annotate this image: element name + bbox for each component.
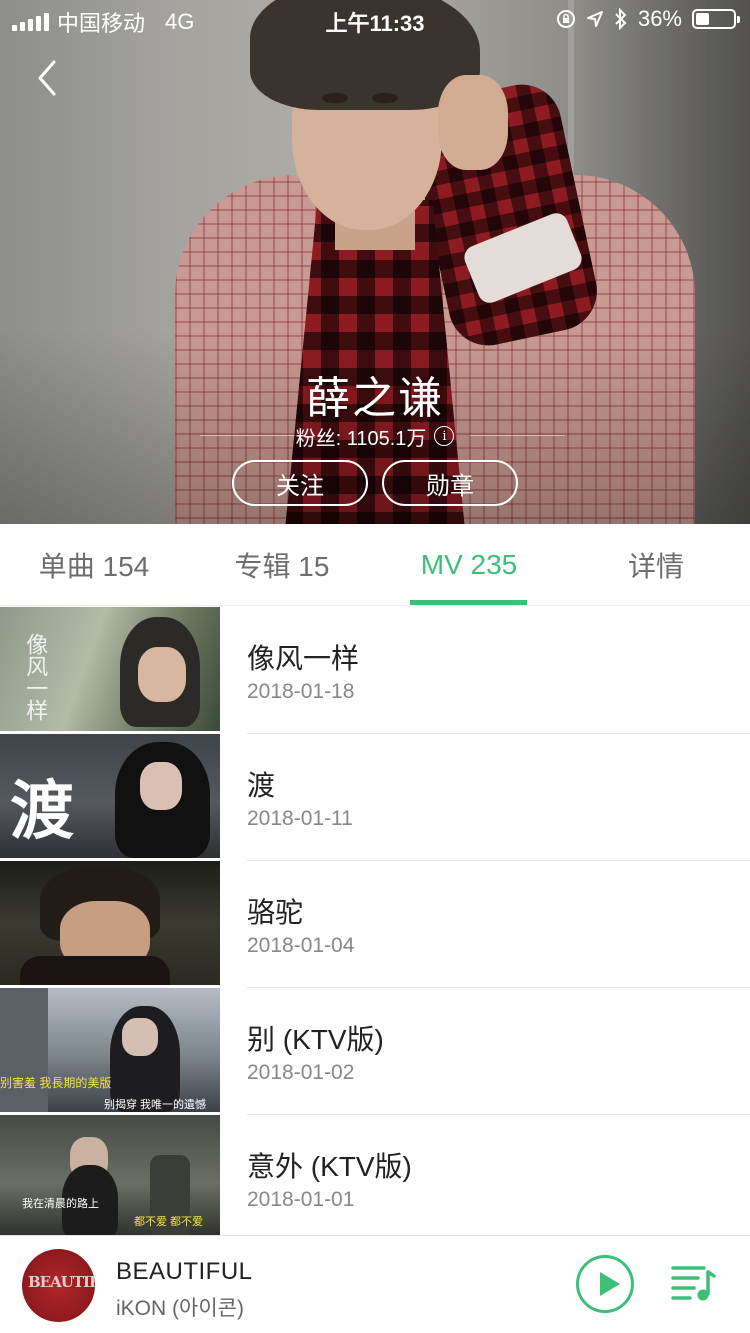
tab-albums[interactable]: 专辑 15	[188, 524, 376, 606]
tab-bar: 单曲 154 专辑 15 MV 235 详情	[0, 524, 750, 606]
now-playing-title: BEAUTIFUL	[116, 1258, 253, 1285]
list-item[interactable]: 别害羞 我長期的美版 别揭穿 我唯一的遺憾 别 (KTV版) 2018-01-0…	[0, 988, 750, 1115]
battery-icon	[692, 9, 740, 29]
artist-name: 薛之谦	[306, 374, 444, 423]
tab-details[interactable]: 详情	[562, 524, 750, 606]
tab-mv[interactable]: MV 235	[376, 524, 562, 606]
thumb-subtitle: 别揭穿 我唯一的遺憾	[104, 1099, 207, 1111]
thumb-caption: 像风一样	[22, 633, 48, 721]
album-cover[interactable]: BEAUTIFUL	[22, 1249, 95, 1322]
fans-count: 粉丝: 1105.1万 i	[0, 421, 750, 451]
location-icon	[586, 11, 603, 27]
mv-thumbnail[interactable]: 像风一样	[0, 607, 220, 731]
thumb-subtitle: 都不爱 都不爱	[134, 1216, 204, 1228]
info-icon[interactable]: i	[434, 426, 455, 446]
back-button[interactable]	[30, 58, 66, 98]
list-item[interactable]: 我在清晨的路上 都不爱 都不爱 意外 (KTV版) 2018-01-01	[0, 1115, 750, 1242]
mv-title: 别 (KTV版)	[247, 1024, 384, 1055]
tab-songs[interactable]: 单曲 154	[0, 524, 188, 606]
status-bar: 中国移动 4G 上午11:33 36%	[0, 0, 750, 40]
mv-thumbnail[interactable]: 渡	[0, 734, 220, 858]
thumb-subtitle: 我在清晨的路上	[22, 1198, 99, 1210]
bluetooth-icon	[615, 8, 627, 30]
badge-button[interactable]: 勋章	[382, 460, 518, 506]
list-item[interactable]: 像风一样 像风一样 2018-01-18	[0, 607, 750, 734]
mv-date: 2018-01-01	[247, 1188, 355, 1211]
mv-title: 渡	[247, 770, 276, 801]
battery-percent: 36%	[637, 6, 682, 31]
mv-date: 2018-01-02	[247, 1061, 355, 1084]
mv-date: 2018-01-04	[247, 934, 355, 957]
thumb-subtitle: 别害羞 我長期的美版	[0, 1076, 112, 1090]
mv-title: 骆驼	[247, 897, 304, 928]
thumb-caption: 渡	[10, 774, 74, 849]
artist-header: 中国移动 4G 上午11:33 36% 薛之谦 粉丝: 1105.1万 i 关注…	[0, 0, 750, 524]
list-item[interactable]: 渡 渡 2018-01-11	[0, 734, 750, 861]
mv-thumbnail[interactable]	[0, 861, 220, 985]
cover-text: BEAUTIFUL	[28, 1273, 95, 1291]
mv-title: 意外 (KTV版)	[247, 1151, 412, 1182]
mv-thumbnail[interactable]: 别害羞 我長期的美版 别揭穿 我唯一的遺憾	[0, 988, 220, 1112]
playlist-icon[interactable]	[670, 1264, 716, 1304]
follow-button[interactable]: 关注	[232, 460, 368, 506]
play-button[interactable]	[576, 1255, 634, 1313]
now-playing-artist: iKON (아이콘)	[116, 1297, 244, 1320]
mv-date: 2018-01-11	[247, 807, 353, 830]
mv-title: 像风一样	[247, 643, 360, 674]
mv-thumbnail[interactable]: 我在清晨的路上 都不爱 都不爱	[0, 1115, 220, 1239]
mv-date: 2018-01-18	[247, 680, 355, 703]
rotation-lock-icon	[556, 10, 575, 28]
tab-indicator	[410, 600, 527, 605]
list-item[interactable]: 骆驼 2018-01-04	[0, 861, 750, 988]
fans-label: 粉丝: 1105.1万	[295, 427, 427, 450]
mini-player[interactable]: BEAUTIFUL BEAUTIFUL iKON (아이콘)	[0, 1235, 750, 1333]
